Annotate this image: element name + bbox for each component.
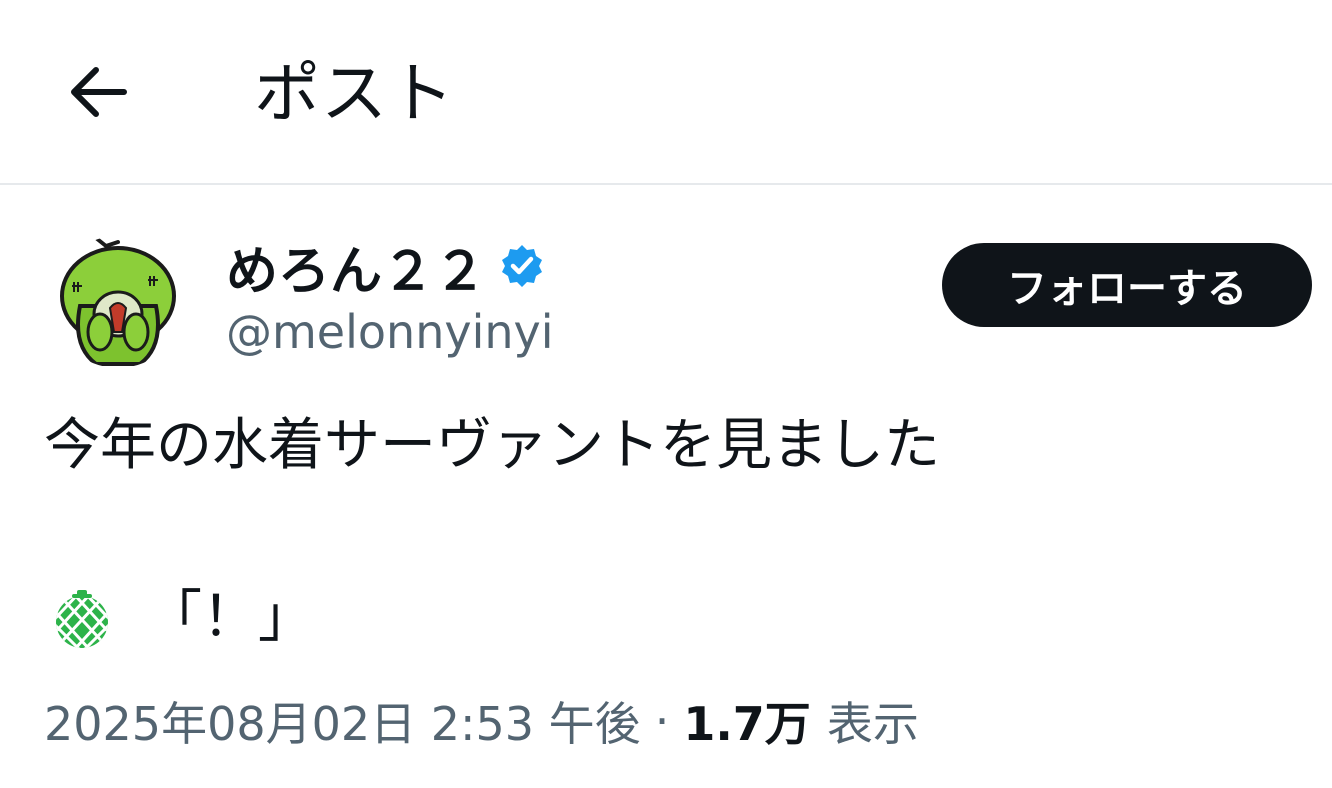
melon-character-avatar-icon (52, 236, 184, 368)
display-name[interactable]: めろん２２ (226, 229, 486, 304)
back-button[interactable] (56, 50, 140, 134)
author-name-row[interactable]: めろん２２ (226, 230, 546, 302)
post-quote-line: 「！」 (50, 580, 314, 656)
meta-separator: · (654, 694, 670, 748)
avatar[interactable] (52, 236, 184, 368)
post-timestamp[interactable]: 2025年08月02日 2:53 午後 (44, 688, 641, 754)
melon-icon (50, 586, 114, 650)
page-title: ポスト (254, 55, 455, 132)
post-quote: 「！」 (146, 585, 314, 650)
post-meta: 2025年08月02日 2:53 午後 · 1.7万 表示 (44, 686, 919, 756)
views-count: 1.7万 (683, 697, 811, 751)
author-handle[interactable]: @melonnyinyi (226, 302, 554, 362)
views-label: 表示 (826, 697, 919, 751)
top-bar: ポスト (0, 0, 1332, 185)
arrow-left-icon (71, 67, 127, 117)
post-text: 今年の水着サーヴァントを見ました (44, 413, 940, 478)
verified-badge-icon[interactable] (498, 242, 546, 290)
follow-button[interactable]: フォローする (942, 243, 1312, 327)
